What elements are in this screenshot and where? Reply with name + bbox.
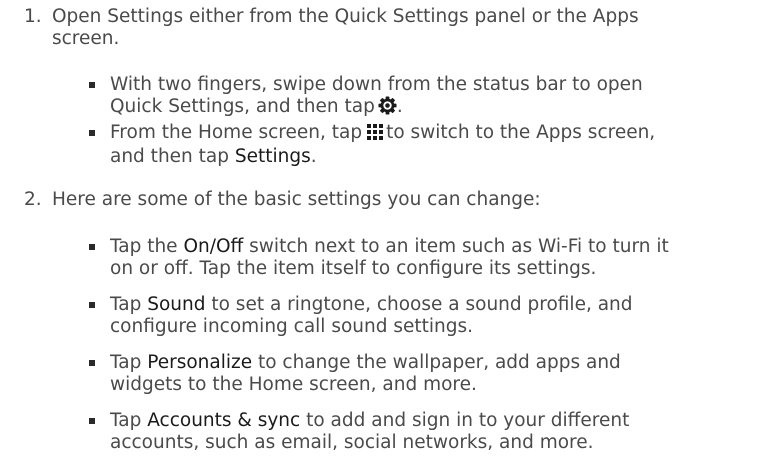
bullet-text-line: on or off. Tap the item itself to config… [110, 258, 597, 279]
text-span: Tap [110, 294, 148, 315]
step-text-line: Open Settings either from the Quick Sett… [52, 6, 639, 27]
bullet-text-line: Quick Settings, and then tap. [110, 96, 750, 121]
bullet-text-line: Tap the On/Off switch next to an item su… [110, 236, 750, 258]
accounts-sync-label: Accounts & sync [147, 410, 301, 431]
bullet-text: Tap the On/Off switch next to an item su… [110, 236, 750, 280]
bullet-text: With two fingers, swipe down from the st… [110, 74, 750, 121]
bullet-text-line: Tap Sound to set a ringtone, choose a so… [110, 294, 750, 316]
step-text-line: Here are some of the basic settings you … [52, 189, 541, 210]
bullet-text-line: and then tap Settings. [110, 146, 750, 168]
instructions-document: 1. Open Settings either from the Quick S… [0, 0, 761, 468]
on-off-label: On/Off [183, 236, 244, 257]
text-span: Tap [110, 410, 148, 431]
text-span: Tap the [110, 236, 184, 257]
settings-gear-icon [378, 96, 397, 121]
apps-grid-icon [367, 124, 384, 146]
bullet-text-line: With two fingers, swipe down from the st… [110, 74, 643, 95]
sound-label: Sound [147, 294, 206, 315]
bullet-text-line: Tap Accounts & sync to add and sign in t… [110, 410, 750, 432]
text-span: to add and sign in to your different [300, 410, 630, 431]
step-text: Here are some of the basic settings you … [52, 189, 742, 211]
text-span: . [310, 146, 317, 167]
bullet-text: Tap Sound to set a ringtone, choose a so… [110, 294, 750, 338]
text-span: to change the wallpaper, add apps and [252, 352, 621, 373]
bullet-square-icon [89, 82, 95, 88]
text-span: From the Home screen, tap [110, 122, 363, 143]
step-number: 1. [24, 6, 42, 27]
personalize-label: Personalize [147, 352, 253, 373]
bullet-text-line: widgets to the Home screen, and more. [110, 374, 477, 395]
bullet-square-icon [89, 302, 95, 308]
text-span: to set a ringtone, choose a sound profil… [205, 294, 633, 315]
text-span: to switch to the Apps screen, [386, 122, 656, 143]
bullet-text-line: From the Home screen, tap to switch to th… [110, 122, 750, 146]
text-span: Tap [110, 352, 148, 373]
text-span: and then tap [110, 146, 235, 167]
bullet-square-icon [89, 130, 95, 136]
bullet-square-icon [89, 244, 95, 250]
step-number: 2. [24, 189, 42, 210]
bullet-text: Tap Personalize to change the wallpaper,… [110, 352, 750, 396]
bullet-square-icon [89, 418, 95, 424]
bullet-text: Tap Accounts & sync to add and sign in t… [110, 410, 750, 454]
step-text-line: screen. [52, 28, 120, 49]
step-text: Open Settings either from the Quick Sett… [52, 6, 742, 50]
bullet-text-line: configure incoming call sound settings. [110, 316, 474, 337]
text-span: switch next to an item such as Wi-Fi to … [243, 236, 669, 257]
bullet-text-line: Tap Personalize to change the wallpaper,… [110, 352, 750, 374]
text-span: Quick Settings, and then tap [110, 96, 375, 117]
bullet-text-line: accounts, such as email, social networks… [110, 432, 594, 453]
settings-label: Settings [234, 146, 311, 167]
bullet-text: From the Home screen, tap to switch to th… [110, 122, 750, 168]
text-span: . [396, 96, 403, 117]
bullet-square-icon [89, 360, 95, 366]
